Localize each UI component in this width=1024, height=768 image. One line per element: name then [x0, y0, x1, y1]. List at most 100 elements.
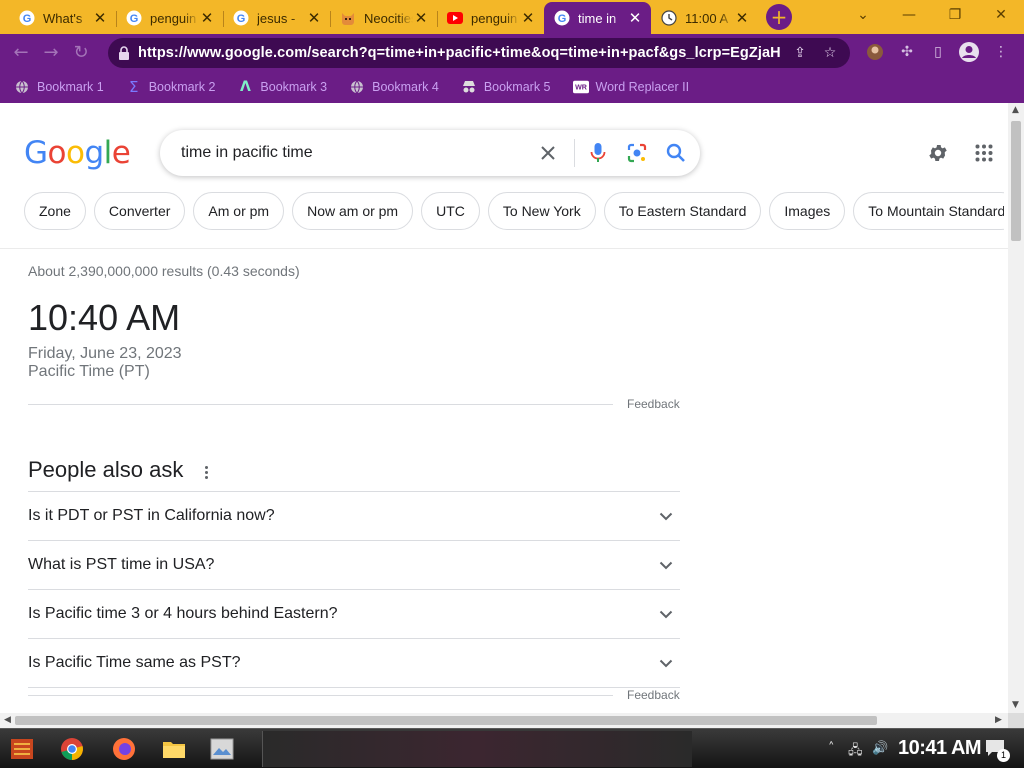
browser-tab[interactable]: penguin ✕ [437, 2, 544, 34]
voice-search-icon[interactable] [583, 138, 613, 168]
restore-icon[interactable]: ❐ [932, 0, 978, 30]
bookmark-item[interactable]: Bookmark 1 [14, 79, 104, 95]
bookmark-item[interactable]: Bookmark 5 [461, 79, 551, 95]
chevron-down-icon[interactable] [654, 602, 678, 626]
globe-icon [349, 79, 365, 95]
scroll-right-arrow-icon[interactable]: ▶ [995, 715, 1002, 725]
settings-gear-icon[interactable] [926, 141, 950, 165]
people-also-ask-list: Is it PDT or PST in California now? What … [28, 491, 680, 688]
url-text[interactable]: https://www.google.com/search?q=time+in+… [138, 45, 780, 61]
feedback-divider [28, 404, 613, 405]
reload-button[interactable]: ↻ [66, 38, 96, 68]
browser-tab[interactable]: Gpenguin ✕ [116, 2, 223, 34]
chevron-down-icon[interactable] [654, 504, 678, 528]
search-box[interactable]: time in pacific time [160, 130, 700, 176]
browser-tab[interactable]: Gjesus - ✕ [223, 2, 330, 34]
clock-icon [661, 10, 677, 26]
bookmark-star-icon[interactable]: ☆ [820, 45, 840, 61]
network-icon[interactable]: 🖧 [848, 741, 863, 763]
profile-extension-icon[interactable] [864, 41, 886, 63]
feedback-link[interactable]: Feedback [627, 397, 680, 411]
new-tab-button[interactable]: + [766, 4, 792, 30]
taskbar-window-preview[interactable] [262, 731, 692, 767]
firefox-icon[interactable] [110, 735, 138, 763]
bookmark-item[interactable]: Bookmark 4 [349, 79, 439, 95]
tab-title: penguin [150, 10, 197, 26]
svg-text:G: G [130, 13, 139, 25]
tab-search-icon[interactable]: ⌄ [840, 0, 886, 30]
bookmark-item[interactable]: Σ Bookmark 2 [126, 78, 215, 96]
search-icon[interactable] [661, 138, 691, 168]
address-bar[interactable]: https://www.google.com/search?q=time+in+… [108, 38, 850, 68]
scroll-left-arrow-icon[interactable]: ◀ [4, 715, 11, 725]
vertical-scroll-thumb[interactable] [1011, 121, 1021, 241]
tab-strip: G What's ✕ Gpenguin ✕ Gjesus - ✕ Neocities ✕ peng… [0, 0, 1024, 34]
browser-tab[interactable]: G What's ✕ [9, 2, 116, 34]
chevron-down-icon[interactable] [654, 553, 678, 577]
search-box-divider [574, 139, 575, 167]
filter-chip[interactable]: Converter [93, 192, 186, 230]
filter-chip[interactable]: Now am or pm [292, 192, 414, 230]
globe-icon [14, 79, 30, 95]
vertical-scrollbar[interactable]: ▲ ▼ [1008, 103, 1024, 713]
google-icon: G [233, 10, 249, 26]
question-text: Is Pacific Time same as PST? [28, 654, 241, 671]
question-item[interactable]: Is Pacific Time same as PST? [28, 639, 680, 688]
question-item[interactable]: What is PST time in USA? [28, 541, 680, 590]
back-button[interactable]: ← [6, 38, 36, 68]
tab-close-icon[interactable]: ✕ [734, 10, 750, 26]
search-input[interactable]: time in pacific time [181, 144, 533, 162]
tab-close-icon[interactable]: ✕ [199, 10, 215, 26]
lens-search-icon[interactable] [622, 138, 652, 168]
question-text: Is Pacific time 3 or 4 hours behind East… [28, 605, 338, 622]
profile-avatar[interactable] [958, 41, 980, 63]
filter-chip[interactable]: UTC [421, 192, 480, 230]
scroll-down-arrow-icon[interactable]: ▼ [1012, 700, 1019, 710]
bookmark-label: Bookmark 3 [260, 80, 328, 94]
tab-close-icon[interactable]: ✕ [413, 10, 429, 26]
question-item[interactable]: Is it PDT or PST in California now? [28, 492, 680, 541]
extensions-puzzle-icon[interactable]: ✣ [896, 41, 918, 63]
volume-icon[interactable]: 🔊 [872, 741, 888, 756]
filter-chip[interactable]: Zone [24, 192, 86, 230]
tab-close-icon[interactable]: ✕ [306, 10, 322, 26]
image-viewer-icon[interactable] [208, 735, 236, 763]
spy-icon [461, 79, 477, 95]
minimize-icon[interactable]: — [886, 0, 932, 30]
filter-chip[interactable]: Am or pm [193, 192, 285, 230]
google-apps-grid-icon[interactable] [972, 141, 996, 165]
filter-chip[interactable]: To Mountain Standard [853, 192, 1004, 230]
google-logo[interactable]: Google [24, 135, 131, 171]
chevron-down-icon[interactable] [654, 651, 678, 675]
share-icon[interactable]: ⇪ [790, 45, 810, 61]
filter-chip[interactable]: To New York [487, 192, 596, 230]
filter-chip[interactable]: Images [769, 192, 846, 230]
taskbar-clock[interactable]: 10:41 AM [898, 737, 982, 760]
forward-button[interactable]: → [36, 38, 66, 68]
more-options-icon[interactable] [198, 461, 214, 483]
file-explorer-icon[interactable] [160, 735, 188, 763]
question-item[interactable]: Is Pacific time 3 or 4 hours behind East… [28, 590, 680, 639]
feedback-link[interactable]: Feedback [627, 688, 680, 702]
chrome-icon[interactable] [58, 735, 86, 763]
horizontal-scrollbar[interactable]: ◀ ▶ [0, 713, 1008, 728]
browser-tab[interactable]: 11:00 A ✕ [651, 2, 758, 34]
notification-center-icon[interactable]: 1 [984, 738, 1010, 762]
start-icon[interactable] [8, 735, 36, 763]
show-hidden-icons-icon[interactable]: ˄ [828, 741, 835, 756]
tab-close-icon[interactable]: ✕ [627, 10, 643, 26]
browser-menu-icon[interactable]: ⋮ [990, 41, 1012, 63]
tab-close-icon[interactable]: ✕ [520, 10, 536, 26]
side-panel-icon[interactable]: ▯ [927, 41, 949, 63]
horizontal-scroll-thumb[interactable] [15, 716, 877, 725]
browser-tab[interactable]: Neocities ✕ [330, 2, 437, 34]
tab-close-icon[interactable]: ✕ [92, 10, 108, 26]
bookmark-label: Bookmark 5 [483, 80, 551, 94]
close-window-icon[interactable]: ✕ [978, 0, 1024, 30]
clear-search-icon[interactable] [533, 138, 563, 168]
scroll-up-arrow-icon[interactable]: ▲ [1012, 105, 1019, 115]
browser-tab[interactable]: Gtime in ✕ [544, 2, 651, 34]
filter-chip[interactable]: To Eastern Standard [603, 192, 762, 230]
bookmark-item[interactable]: Λ Bookmark 3 [237, 79, 327, 95]
bookmark-item[interactable]: WR Word Replacer II [572, 79, 689, 95]
